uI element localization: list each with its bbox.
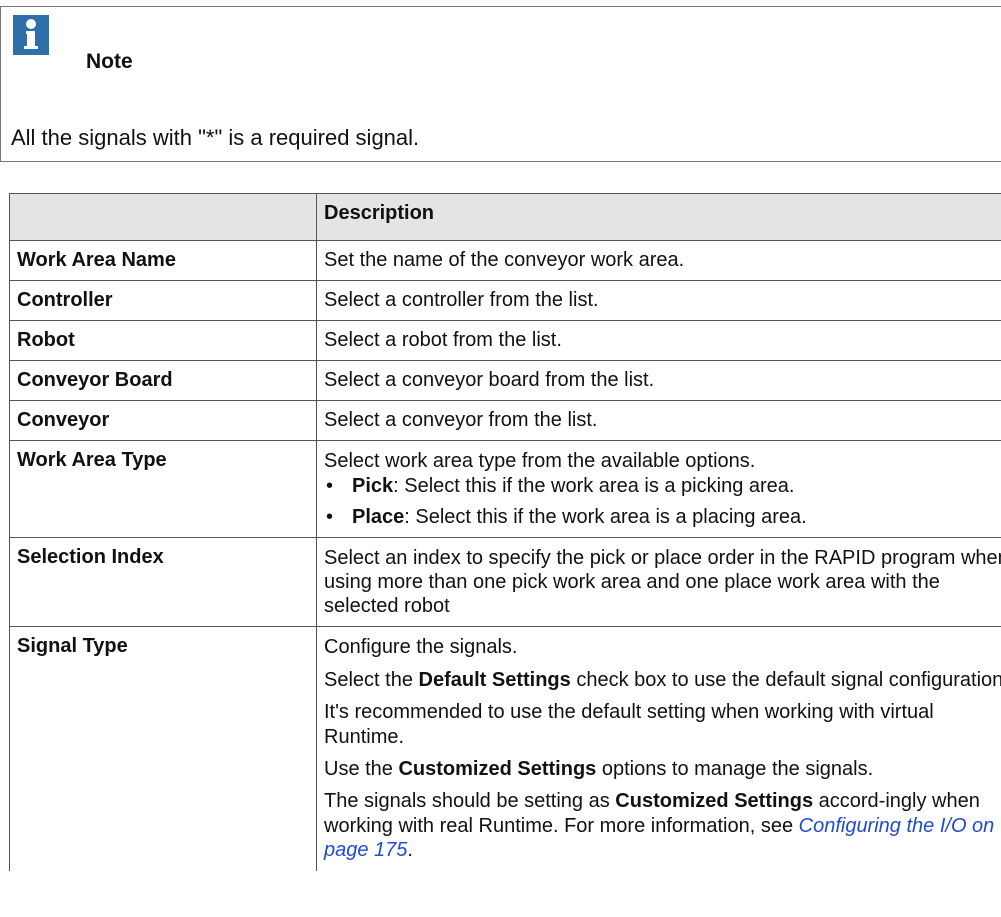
header-description: Description: [316, 193, 1001, 241]
table-header-row: Description: [9, 193, 1001, 241]
param-description: Select a controller from the list.: [316, 280, 1001, 321]
header-parameter: [9, 193, 317, 241]
table-row: Conveyor Board Select a conveyor board f…: [9, 360, 1001, 401]
table-row: Signal Type Configure the signals. Selec…: [9, 626, 1001, 871]
description-paragraph: Select the Default Settings check box to…: [324, 668, 1001, 691]
param-name: Robot: [9, 320, 317, 361]
param-name: Selection Index: [9, 537, 317, 628]
param-description: Set the name of the conveyor work area.: [316, 240, 1001, 281]
param-name: Work Area Type: [9, 439, 317, 539]
bullet-icon: •: [326, 506, 334, 529]
param-name: Conveyor Board: [9, 360, 317, 401]
option-text: : Select this if the work area is a plac…: [404, 506, 807, 529]
description-paragraph: The signals should be setting as Customi…: [324, 790, 995, 862]
note-title: Note: [86, 50, 133, 73]
table-row: Controller Select a controller from the …: [9, 280, 1001, 321]
note-box: Note All the signals with "*" is a requi…: [0, 6, 1001, 162]
description-paragraph: Use the Customized Settings options to m…: [324, 757, 874, 780]
bullet-icon: •: [326, 475, 334, 498]
table-row: Selection Index Select an index to speci…: [9, 537, 1001, 628]
param-name: Conveyor: [9, 400, 317, 441]
option-term: Place: [352, 506, 405, 529]
description-paragraph: Configure the signals.: [324, 636, 518, 659]
table-row: Work Area Type Select work area type fro…: [9, 439, 1001, 539]
param-description-cell: Configure the signals. Select the Defaul…: [316, 626, 1001, 871]
param-name: Work Area Name: [9, 240, 317, 281]
param-description: Select a robot from the list.: [316, 320, 1001, 361]
option-text: : Select this if the work area is a pick…: [393, 475, 795, 498]
param-description: Select a conveyor from the list.: [316, 400, 1001, 441]
table-row: Work Area Name Set the name of the conve…: [9, 240, 1001, 281]
info-icon: [13, 15, 49, 55]
table-row: Robot Select a robot from the list.: [9, 320, 1001, 361]
list-item: • Place: Select this if the work area is…: [324, 506, 1001, 529]
note-text: All the signals with "*" is a required s…: [11, 125, 420, 150]
table-row: Conveyor Select a conveyor from the list…: [9, 400, 1001, 441]
param-name: Signal Type: [9, 626, 317, 871]
list-item: • Pick: Select this if the work area is …: [324, 475, 1001, 498]
param-name: Controller: [9, 280, 317, 321]
param-description: Select work area type from the available…: [324, 450, 756, 472]
param-description: Select a conveyor board from the list.: [316, 360, 1001, 401]
description-paragraph: It's recommended to use the default sett…: [324, 701, 934, 748]
param-description: Select an index to specify the pick or p…: [316, 537, 1001, 628]
option-term: Pick: [352, 475, 394, 498]
param-description-cell: Select work area type from the available…: [316, 439, 1001, 539]
parameter-table: Description Work Area Name Set the name …: [9, 193, 1001, 871]
